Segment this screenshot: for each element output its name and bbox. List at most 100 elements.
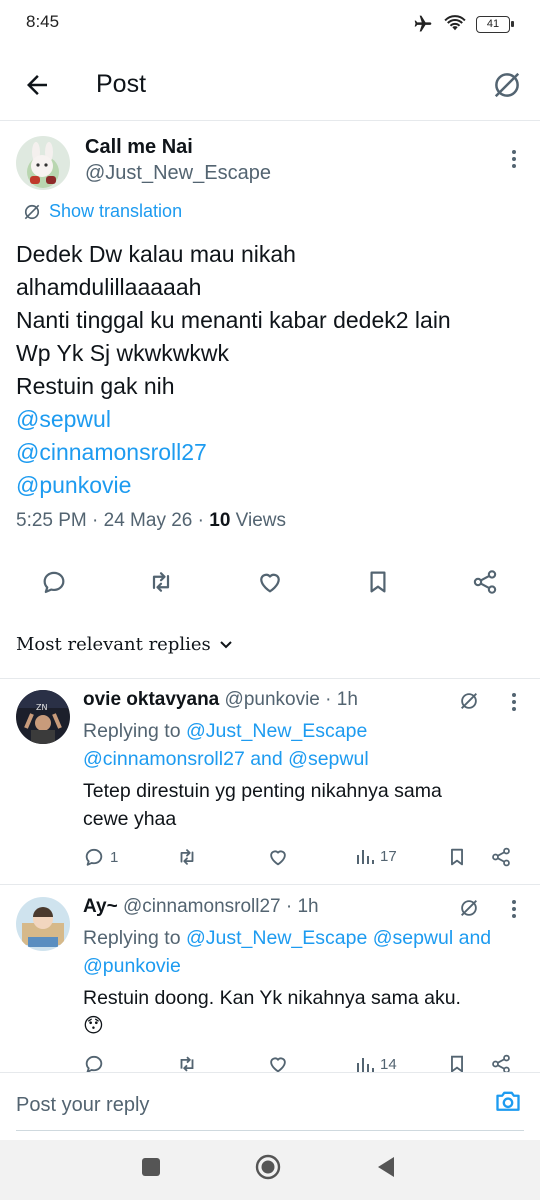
more-vertical-icon	[512, 693, 516, 711]
grok-icon	[24, 204, 40, 219]
reply-views-button[interactable]: 17	[355, 846, 397, 866]
reply-input[interactable]: Post your reply	[16, 1094, 149, 1117]
reply-text-line: cewe yhaa	[83, 808, 177, 830]
square-icon	[142, 1158, 160, 1176]
reply-composer: Post your reply	[0, 1072, 540, 1134]
reply-author-name[interactable]: ovie oktavyana	[83, 689, 219, 710]
reply-handle-time: @cinnamonsroll27 · 1h	[117, 896, 319, 917]
back-nav-button[interactable]	[376, 1155, 396, 1179]
author-handle[interactable]: @Just_New_Escape	[85, 162, 271, 185]
reply-views-button[interactable]: 14	[355, 1054, 397, 1072]
reply-like-button[interactable]	[267, 846, 289, 868]
reply-handle-time: @punkovie · 1h	[219, 689, 358, 710]
recents-button[interactable]	[141, 1157, 161, 1177]
post-line: Restuin gak nih	[16, 373, 175, 399]
post-text: Dedek Dw kalau mau nikah alhamdulillaaaa…	[16, 238, 526, 502]
more-vertical-icon	[512, 900, 516, 918]
status-time: 8:45	[26, 12, 60, 31]
reply-share-button[interactable]	[490, 846, 512, 868]
replying-prefix: Replying to	[83, 927, 186, 949]
wifi-icon	[444, 15, 466, 33]
reply-repost-button[interactable]	[176, 1053, 198, 1072]
more-vertical-icon	[512, 150, 516, 168]
composer-underline	[16, 1130, 524, 1131]
svg-text:ZN: ZN	[36, 703, 47, 712]
author-name[interactable]: Call me Nai	[85, 136, 193, 159]
post-line: Nanti tinggal ku menanti kabar dedek2 la…	[16, 307, 451, 333]
reply-reply-button[interactable]: 1	[83, 846, 118, 868]
home-circle-icon	[255, 1154, 281, 1180]
heart-icon	[270, 850, 286, 866]
share-icon	[492, 1054, 510, 1072]
reply-share-button[interactable]	[490, 1053, 512, 1072]
reply-bookmark-button[interactable]	[446, 846, 468, 868]
camera-button[interactable]	[494, 1088, 522, 1114]
mention-link[interactable]: @punkovie	[83, 952, 181, 980]
bookmark-button[interactable]	[364, 568, 394, 598]
share-button[interactable]	[471, 568, 501, 598]
reply-divider	[0, 884, 540, 885]
reply-icon	[85, 848, 103, 866]
grok-icon	[494, 72, 520, 98]
camera-icon	[496, 1091, 520, 1111]
heart-icon	[270, 1057, 286, 1072]
mention-link[interactable]: @Just_New_Escape @sepwul and	[186, 927, 491, 949]
system-nav-bar	[0, 1140, 540, 1200]
reply-more-button[interactable]	[510, 692, 518, 712]
replying-to: Replying to @Just_New_Escape	[83, 717, 367, 745]
emoji: 😯	[83, 1015, 104, 1037]
mention-link[interactable]: @cinnamonsroll27	[16, 436, 526, 469]
mention-link[interactable]: @Just_New_Escape	[186, 720, 367, 742]
airplane-icon	[412, 14, 434, 34]
repost-icon	[180, 849, 194, 865]
reply-count: 1	[110, 848, 119, 866]
post-metadata: 5:25 PM · 24 May 26 · 10 Views	[16, 510, 286, 532]
post-line: Dedek Dw kalau mau nikah	[16, 241, 296, 267]
views-count: 10	[209, 510, 231, 531]
replies-sort-dropdown[interactable]: Most relevant replies	[16, 634, 233, 655]
reply-text-line: Tetep direstuin yg penting nikahnya sama	[83, 780, 442, 802]
grok-button[interactable]	[492, 70, 522, 100]
reply-grok-button[interactable]	[458, 690, 480, 712]
reply-bookmark-button[interactable]	[446, 1053, 468, 1072]
reply-avatar[interactable]	[16, 897, 70, 951]
reply-icon	[43, 571, 65, 594]
header-divider	[0, 120, 540, 121]
replying-prefix: Replying to	[83, 720, 186, 742]
grok-icon	[461, 693, 477, 709]
grok-icon	[461, 900, 477, 916]
mention-link[interactable]: @sepwul	[16, 403, 526, 436]
mention-link[interactable]: @cinnamonsroll27 and @sepwul	[83, 745, 369, 773]
reply-repost-button[interactable]	[176, 846, 198, 868]
author-avatar[interactable]	[16, 136, 70, 190]
mention-link[interactable]: @punkovie	[16, 469, 526, 502]
battery-indicator: 41	[476, 15, 514, 33]
post-line: alhamdulillaaaaah	[16, 274, 202, 300]
views-label: Views	[230, 510, 287, 531]
repost-icon	[180, 1056, 194, 1072]
bookmark-icon	[451, 848, 463, 866]
reply-actions-row: 14	[0, 1048, 540, 1072]
home-button[interactable]	[255, 1154, 281, 1180]
share-icon	[473, 570, 497, 594]
back-arrow-icon	[27, 75, 47, 95]
reply-button[interactable]	[40, 568, 70, 598]
reply-grok-button[interactable]	[458, 897, 480, 919]
reply-like-button[interactable]	[267, 1053, 289, 1072]
repost-button[interactable]	[147, 568, 177, 598]
heart-icon	[260, 573, 280, 593]
reply-reply-button[interactable]	[83, 1053, 105, 1072]
more-options-button[interactable]	[510, 148, 518, 170]
show-translation-link[interactable]: Show translation	[22, 201, 182, 222]
views-chart-icon	[357, 1058, 374, 1072]
reply-more-button[interactable]	[510, 899, 518, 919]
status-icons: 41	[412, 14, 514, 34]
back-button[interactable]	[22, 70, 52, 100]
reply-views-count: 14	[380, 1055, 397, 1073]
reply-avatar[interactable]: ZN	[16, 690, 70, 744]
replying-to: Replying to @Just_New_Escape @sepwul and	[83, 924, 491, 952]
like-button[interactable]	[256, 568, 286, 598]
top-bar: Post	[0, 52, 540, 118]
triangle-back-icon	[378, 1157, 394, 1177]
reply-author-name[interactable]: Ay~	[83, 896, 118, 917]
